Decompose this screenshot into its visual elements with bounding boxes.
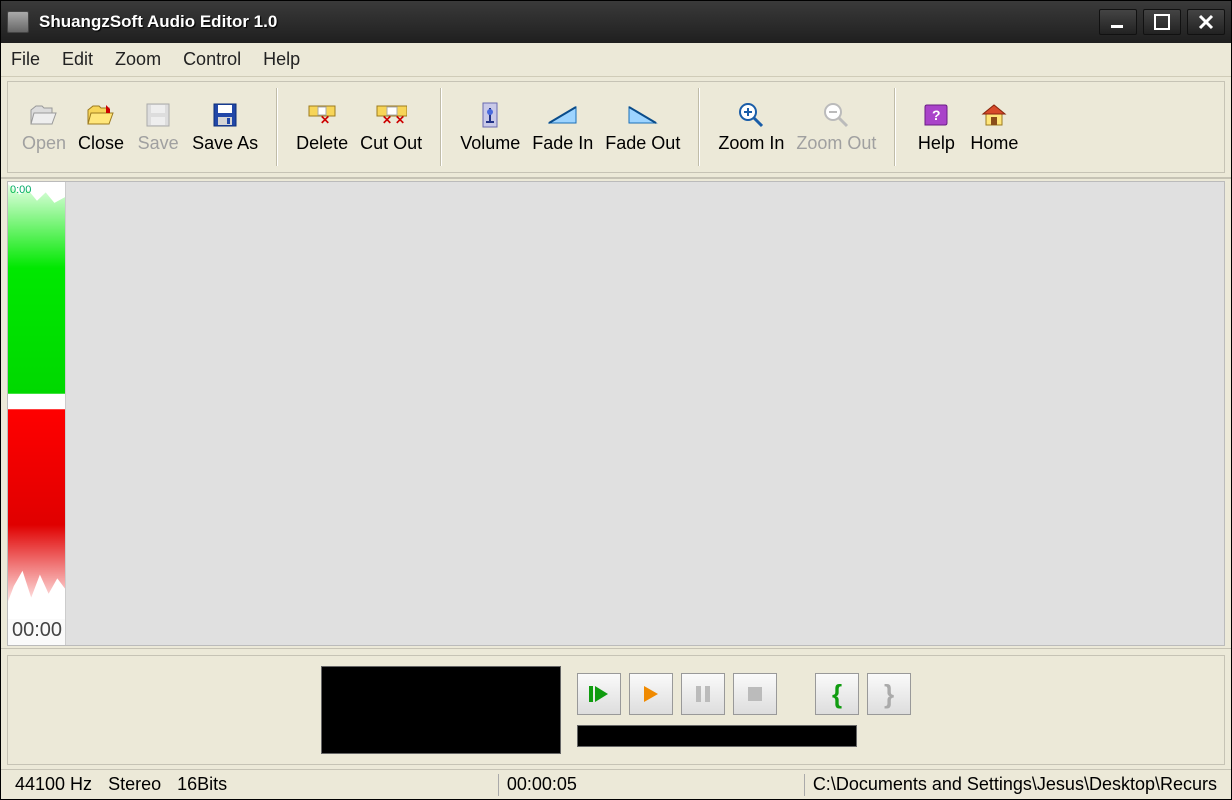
menu-zoom[interactable]: Zoom: [115, 49, 161, 70]
zoom-out-icon: [820, 101, 852, 129]
cut-out-button[interactable]: ✕✕ Cut Out: [354, 97, 428, 158]
delete-button[interactable]: ✕ Delete: [290, 97, 354, 158]
titlebar: ShuangzSoft Audio Editor 1.0: [1, 1, 1231, 43]
zoom-in-button[interactable]: Zoom In: [712, 97, 790, 158]
window-controls: [1099, 9, 1225, 35]
save-button[interactable]: Save: [130, 97, 186, 158]
menu-file[interactable]: File: [11, 49, 40, 70]
status-position: 00:00:05: [499, 774, 585, 795]
volume-icon: [474, 101, 506, 129]
waveform-right-channel: [8, 409, 65, 601]
window-title: ShuangzSoft Audio Editor 1.0: [39, 12, 1099, 32]
progress-bar[interactable]: [577, 725, 857, 747]
floppy-save-icon: [209, 101, 241, 129]
maximize-button[interactable]: [1143, 9, 1181, 35]
status-bits: 16Bits: [169, 774, 235, 795]
status-samplerate: 44100 Hz: [7, 774, 100, 795]
svg-text:✕: ✕: [395, 113, 405, 126]
workspace: 0:00 00:00: [7, 181, 1225, 646]
play-button[interactable]: [629, 673, 673, 715]
workspace-main[interactable]: [66, 182, 1224, 645]
svg-text:✕: ✕: [382, 113, 392, 126]
menu-help[interactable]: Help: [263, 49, 300, 70]
save-as-button[interactable]: Save As: [186, 97, 264, 158]
menu-control[interactable]: Control: [183, 49, 241, 70]
waveform-panel[interactable]: 0:00 00:00: [8, 182, 66, 645]
playback-bar: { }: [7, 655, 1225, 765]
close-file-button[interactable]: Close: [72, 97, 130, 158]
mark-end-button[interactable]: }: [867, 673, 911, 715]
app-window: ShuangzSoft Audio Editor 1.0 File Edit Z…: [0, 0, 1232, 800]
home-button[interactable]: Home: [964, 97, 1024, 158]
status-filepath: C:\Documents and Settings\Jesus\Desktop\…: [805, 774, 1225, 795]
pause-button[interactable]: [681, 673, 725, 715]
minimize-button[interactable]: [1099, 9, 1137, 35]
zoom-out-button[interactable]: Zoom Out: [790, 97, 882, 158]
menubar: File Edit Zoom Control Help: [1, 43, 1231, 77]
waveform-left-channel: [8, 184, 65, 394]
open-button[interactable]: Open: [16, 97, 72, 158]
close-button[interactable]: [1187, 9, 1225, 35]
folder-open-icon: [28, 101, 60, 129]
svg-text:✕: ✕: [320, 113, 330, 126]
home-icon: [978, 101, 1010, 129]
zoom-in-icon: [735, 101, 767, 129]
toolbar: Open Close Save Save As ✕ Delete ✕✕: [7, 81, 1225, 173]
waveform-time-label: 00:00: [8, 619, 65, 645]
fade-out-button[interactable]: Fade Out: [599, 97, 686, 158]
folder-close-icon: [85, 101, 117, 129]
play-start-button[interactable]: [577, 673, 621, 715]
playback-display: [321, 666, 561, 754]
app-icon: [7, 11, 29, 33]
cut-icon: ✕✕: [375, 101, 407, 129]
fade-out-icon: [627, 101, 659, 129]
floppy-icon: [142, 101, 174, 129]
menu-edit[interactable]: Edit: [62, 49, 93, 70]
stop-button[interactable]: [733, 673, 777, 715]
help-button[interactable]: ? Help: [908, 97, 964, 158]
mark-start-button[interactable]: {: [815, 673, 859, 715]
statusbar: 44100 Hz Stereo 16Bits 00:00:05 C:\Docum…: [1, 769, 1231, 799]
volume-button[interactable]: Volume: [454, 97, 526, 158]
svg-text:?: ?: [932, 107, 941, 123]
waveform-display[interactable]: 0:00: [8, 182, 65, 619]
fade-in-button[interactable]: Fade In: [526, 97, 599, 158]
help-icon: ?: [920, 101, 952, 129]
delete-icon: ✕: [306, 101, 338, 129]
fade-in-icon: [547, 101, 579, 129]
status-channels: Stereo: [100, 774, 169, 795]
